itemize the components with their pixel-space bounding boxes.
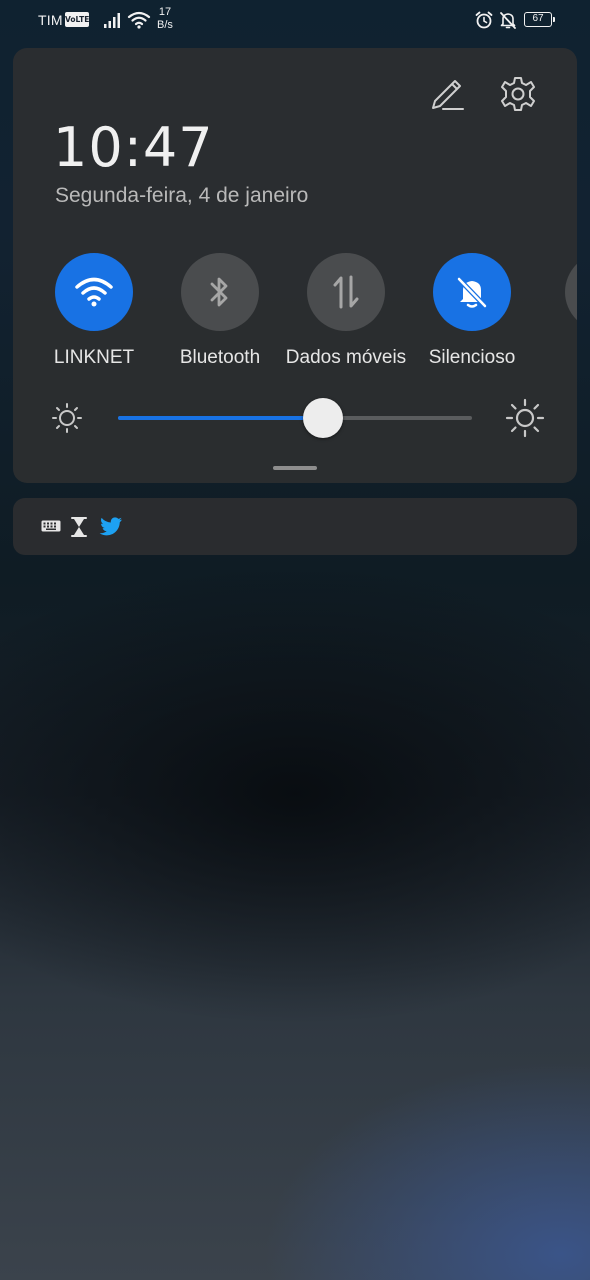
wifi-icon	[75, 277, 113, 307]
tile-wifi[interactable]: LINKNET	[29, 253, 159, 369]
panel-drag-handle[interactable]	[273, 466, 317, 470]
wifi-icon	[127, 11, 151, 29]
signal-icon	[104, 13, 120, 28]
twitter-icon	[99, 517, 122, 536]
edit-icon[interactable]	[427, 74, 467, 114]
network-speed: 17 B/s	[157, 6, 173, 32]
keyboard-icon	[41, 520, 61, 532]
brightness-slider[interactable]	[118, 398, 472, 438]
clock-date: Segunda-feira, 4 de janeiro	[55, 184, 309, 207]
tile-mobile-data-toggle[interactable]	[307, 253, 385, 331]
settings-icon[interactable]	[498, 74, 538, 114]
brightness-high-icon	[505, 398, 545, 438]
bluetooth-icon	[210, 277, 228, 307]
silent-bell-icon	[456, 276, 488, 309]
carrier-label: TIM	[38, 12, 63, 28]
brightness-low-icon	[52, 403, 82, 433]
brightness-slider-thumb[interactable]	[303, 398, 344, 438]
tile-label: Bluetooth	[179, 347, 261, 368]
tile-silent-toggle[interactable]	[433, 253, 511, 331]
network-speed-value: 17	[158, 6, 172, 18]
battery-level: 67	[532, 13, 544, 24]
hourglass-icon	[71, 517, 87, 537]
network-speed-unit: B/s	[157, 19, 173, 31]
tile-silent[interactable]: Silencioso	[407, 253, 537, 369]
battery-icon: 67	[524, 12, 555, 27]
tile-next-partial[interactable]	[565, 253, 577, 331]
alarm-icon	[475, 11, 493, 29]
brightness-slider-fill	[118, 416, 324, 420]
tile-label: Dados móveis	[285, 347, 407, 368]
tile-bluetooth-toggle[interactable]	[181, 253, 259, 331]
tile-wifi-toggle[interactable]	[55, 253, 133, 331]
tile-label: Silencioso	[428, 347, 516, 368]
silent-bell-icon	[500, 12, 516, 29]
notification-icons-strip[interactable]	[13, 498, 577, 555]
status-bar: TIM VoLTE 17 B/s 67	[0, 0, 590, 44]
clock-time: 10:47	[53, 116, 214, 179]
volte-badge: VoLTE	[65, 12, 89, 27]
mobile-data-icon	[333, 275, 359, 309]
quick-settings-panel: 10:47 Segunda-feira, 4 de janeiro LINKNE…	[13, 48, 577, 483]
tile-label: LINKNET	[53, 347, 135, 368]
tile-bluetooth[interactable]: Bluetooth	[155, 253, 285, 369]
tile-mobile-data[interactable]: Dados móveis	[281, 253, 411, 369]
tile-next-toggle[interactable]	[565, 253, 577, 331]
